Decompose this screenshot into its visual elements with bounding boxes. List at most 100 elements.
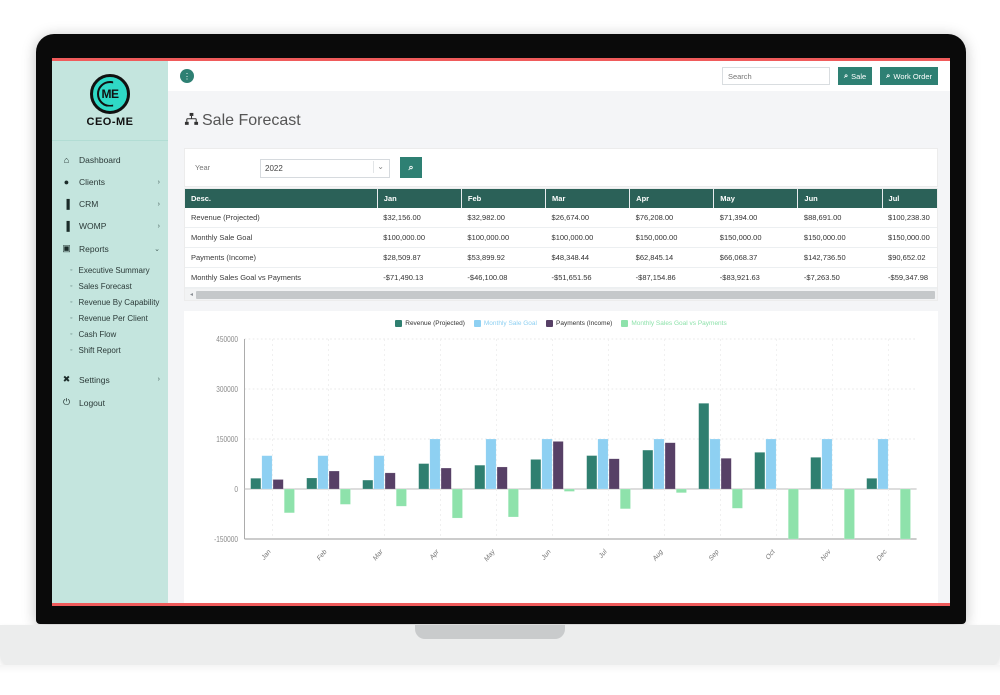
chart-bar[interactable] (664, 442, 676, 490)
chart-bar[interactable] (306, 478, 318, 490)
chart-bar[interactable] (709, 439, 721, 490)
chart-bar[interactable] (384, 473, 396, 490)
legend-label: Monthly Sale Goal (483, 320, 537, 328)
sidebar-item-dashboard[interactable]: ⌂ Dashboard (52, 149, 168, 171)
chart-bar[interactable] (340, 489, 351, 506)
legend-item[interactable]: Monthly Sales Goal vs Payments (621, 320, 727, 328)
chart-bar[interactable] (620, 489, 631, 510)
bullet-icon: ◦ (70, 298, 73, 306)
y-axis-tick-label: 450000 (216, 335, 238, 345)
chart-bar[interactable] (676, 489, 687, 494)
x-axis-tick-label: Feb (316, 548, 328, 563)
scroll-left-icon[interactable]: ◂ (187, 291, 196, 298)
table-horizontal-scrollbar[interactable]: ◂ (185, 288, 937, 301)
row-label: Revenue (Projected) (185, 208, 378, 229)
chart-bar[interactable] (429, 439, 441, 490)
chart-bar[interactable] (474, 465, 486, 490)
column-header-feb[interactable]: Feb (461, 189, 547, 209)
sidebar-subitem-label: Revenue Per Client (78, 313, 148, 323)
chart-bar[interactable] (765, 439, 777, 490)
chart-bar[interactable] (877, 439, 889, 490)
cell: $32,156.00 (377, 208, 462, 229)
chart-bar[interactable] (844, 489, 855, 540)
hamburger-icon[interactable]: ⋮ (180, 69, 194, 83)
chart-bar[interactable] (653, 439, 665, 490)
chart-bar[interactable] (250, 478, 262, 490)
work-order-button[interactable]: ⌕ Work Order (880, 67, 938, 85)
bullet-icon: ◦ (70, 266, 73, 274)
chart-bar[interactable] (508, 489, 519, 518)
sidebar-item-revenue-per-client[interactable]: ◦ Revenue Per Client (52, 310, 168, 326)
sidebar-item-reports[interactable]: ▣ Reports ⌄ (52, 237, 168, 260)
power-icon: ⏻ (62, 397, 71, 407)
chart-bar[interactable] (485, 439, 497, 490)
sidebar-item-womp[interactable]: ▐ WOMP › (52, 215, 168, 237)
chart-bar[interactable] (541, 439, 553, 490)
chart-bar[interactable] (496, 467, 508, 490)
chart-bar[interactable] (642, 450, 654, 490)
scrollbar-thumb[interactable] (196, 290, 935, 299)
chart-bar[interactable] (328, 471, 340, 490)
chart-bar[interactable] (418, 463, 430, 490)
legend-item[interactable]: Monthly Sale Goal (473, 320, 537, 328)
chart-bar[interactable] (564, 489, 575, 493)
column-header-may[interactable]: May (713, 189, 799, 209)
legend-swatch-icon (621, 320, 629, 328)
column-header-mar[interactable]: Mar (545, 189, 631, 209)
content-area: Sale Forecast Year 2022 ⌄ ⌕ Desc. Jan Fe… (168, 91, 950, 603)
chart-bar[interactable] (597, 439, 609, 490)
chart-bar[interactable] (272, 479, 284, 490)
cell: $62,845.14 (629, 247, 714, 269)
sidebar-item-shift-report[interactable]: ◦ Shift Report (52, 342, 168, 358)
sidebar-item-executive-summary[interactable]: ◦ Executive Summary (52, 262, 168, 278)
chart-bar[interactable] (284, 489, 295, 514)
column-header-jan[interactable]: Jan (377, 189, 462, 209)
laptop-shadow (0, 665, 1000, 673)
sidebar-item-revenue-by-capability[interactable]: ◦ Revenue By Capability (52, 294, 168, 310)
chart-bar[interactable] (530, 459, 542, 490)
search-icon: ⌕ (843, 71, 849, 80)
sale-button[interactable]: ⌕ Sale (837, 67, 873, 85)
brand-logo[interactable]: ME CEO-ME (52, 61, 168, 141)
chart-bar[interactable] (821, 439, 833, 490)
chart-bar[interactable] (866, 478, 878, 490)
column-header-jul[interactable]: Jul (882, 189, 937, 209)
sidebar-item-cash-flow[interactable]: ◦ Cash Flow (52, 326, 168, 342)
column-header-apr[interactable]: Apr (629, 189, 715, 209)
chart-bar[interactable] (754, 452, 766, 490)
x-axis-tick-label: Dec (876, 548, 888, 563)
chart-bar[interactable] (608, 458, 620, 490)
search-submit-button[interactable]: ⌕ (400, 157, 422, 179)
legend-item[interactable]: Payments (Income) (546, 320, 612, 328)
year-select[interactable]: 2022 (260, 158, 390, 178)
chart-bar[interactable] (440, 468, 452, 490)
chart-bar[interactable] (788, 489, 799, 540)
sidebar-item-sales-forecast[interactable]: ◦ Sales Forecast (52, 278, 168, 294)
sidebar-item-clients[interactable]: ● Clients › (52, 171, 168, 193)
chart-bar[interactable] (317, 455, 329, 490)
chart-bar[interactable] (396, 489, 407, 507)
chart-bar[interactable] (552, 441, 564, 490)
chart-bar[interactable] (373, 455, 385, 490)
sidebar-item-crm[interactable]: ▐ CRM › (52, 193, 168, 215)
search-input[interactable] (721, 67, 830, 85)
chart-bar[interactable] (586, 455, 598, 490)
column-header-jun[interactable]: Jun (797, 189, 883, 209)
chart-bar[interactable] (900, 489, 911, 540)
chart-bar[interactable] (720, 458, 732, 490)
chart-bar[interactable] (452, 489, 463, 519)
cell: $150,000.00 (713, 227, 798, 249)
chart-bar[interactable] (261, 455, 273, 490)
chart-bar[interactable] (698, 403, 710, 490)
chart-bar[interactable] (732, 489, 743, 509)
chart-bar[interactable] (362, 480, 374, 490)
table-row: Monthly Sale Goal $100,000.00 $100,000.0… (185, 227, 937, 249)
forecast-table-card: Desc. Jan Feb Mar Apr May Jun Jul Aug (184, 188, 938, 302)
laptop-mockup: ME CEO-ME ⌂ Dashboard ● Clients › ▐ CRM … (0, 0, 1000, 695)
sidebar-item-settings[interactable]: ✖ Settings › (52, 368, 168, 391)
legend-swatch-icon (473, 320, 481, 328)
column-header-desc[interactable]: Desc. (185, 189, 378, 209)
sidebar-item-logout[interactable]: ⏻ Logout (52, 391, 168, 414)
legend-item[interactable]: Revenue (Projected) (395, 320, 465, 328)
chart-bar[interactable] (810, 457, 822, 490)
